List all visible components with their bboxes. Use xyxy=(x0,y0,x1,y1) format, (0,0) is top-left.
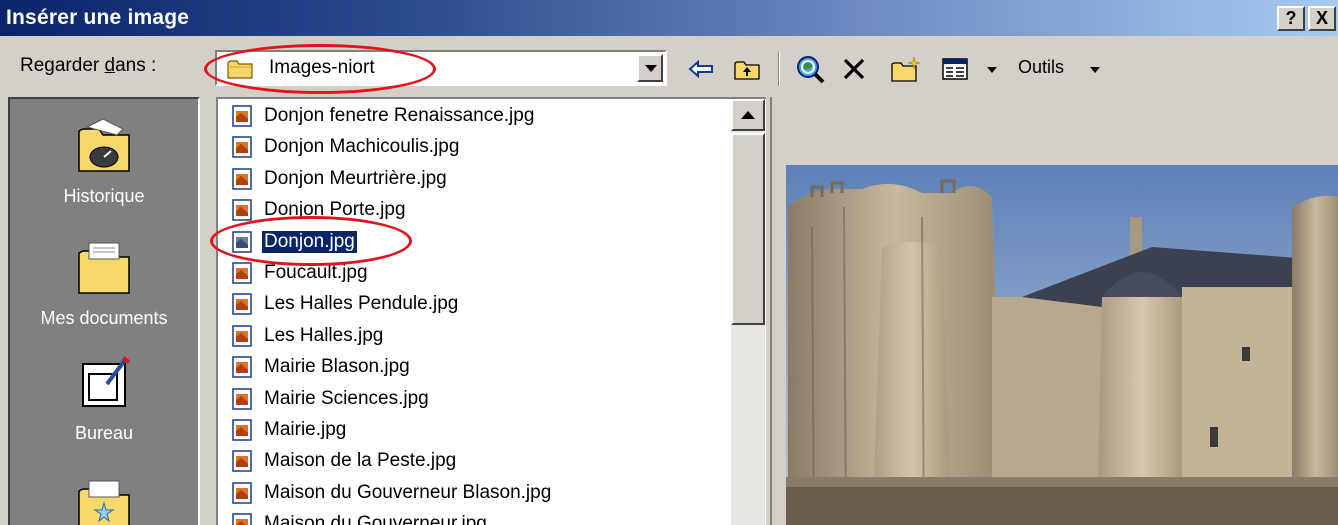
file-row[interactable]: Donjon Porte.jpg xyxy=(232,195,408,225)
file-name: Les Halles.jpg xyxy=(264,324,384,346)
jpg-file-icon xyxy=(232,482,252,504)
back-button[interactable] xyxy=(684,52,718,86)
delete-x-icon xyxy=(843,58,865,80)
castle-preview-image xyxy=(786,165,1338,525)
views-list-icon xyxy=(942,58,968,80)
file-name: Maison de la Peste.jpg xyxy=(264,450,457,472)
new-folder-icon xyxy=(891,56,921,82)
back-arrow-icon xyxy=(688,59,713,79)
jpg-file-icon xyxy=(232,356,252,378)
favorites-icon xyxy=(78,480,130,525)
place-bureau[interactable]: Bureau xyxy=(10,354,198,444)
up-folder-button[interactable] xyxy=(730,52,764,86)
file-name: Mairie Blason.jpg xyxy=(264,356,410,378)
file-name: Donjon Porte.jpg xyxy=(264,199,406,221)
help-button[interactable]: ? xyxy=(1277,6,1305,31)
scroll-thumb[interactable] xyxy=(731,133,765,325)
lookin-combobox[interactable]: Images-niort xyxy=(215,50,667,86)
tools-dropdown-caret-icon[interactable] xyxy=(1090,67,1100,73)
file-name: Mairie Sciences.jpg xyxy=(264,387,429,409)
file-row[interactable]: Mairie.jpg xyxy=(232,415,348,445)
file-name: Les Halles Pendule.jpg xyxy=(264,293,459,315)
file-row[interactable]: Donjon.jpg xyxy=(232,227,358,257)
file-row[interactable]: Maison du Gouverneur Blason.jpg xyxy=(232,478,553,508)
search-web-button[interactable] xyxy=(793,52,827,86)
places-bar: Historique Mes documents Bureau xyxy=(8,97,200,525)
place-mes-documents[interactable]: Mes documents xyxy=(10,239,198,329)
file-row[interactable]: Donjon fenetre Renaissance.jpg xyxy=(232,101,536,131)
lookin-label: Regarder dans : xyxy=(20,55,157,76)
file-name: Foucault.jpg xyxy=(264,262,368,283)
views-button[interactable] xyxy=(938,52,972,86)
jpg-file-icon xyxy=(232,387,252,410)
file-name: Donjon fenetre Renaissance.jpg xyxy=(264,105,535,126)
close-button[interactable]: X xyxy=(1308,6,1336,31)
jpg-file-icon xyxy=(232,262,252,284)
current-folder-text: Images-niort xyxy=(269,57,375,78)
title-bar: Insérer une image ? X xyxy=(0,0,1338,36)
file-name: Donjon Meurtrière.jpg xyxy=(264,167,447,189)
jpg-file-icon xyxy=(232,136,252,159)
history-icon xyxy=(78,118,130,172)
place-label: Mes documents xyxy=(40,308,168,328)
jpg-file-icon xyxy=(232,513,252,525)
folder-icon xyxy=(227,60,253,79)
file-name: Maison du Gouverneur.jpg xyxy=(264,513,487,525)
file-name: Donjon.jpg xyxy=(261,229,358,254)
place-historique[interactable]: Historique xyxy=(10,117,198,207)
file-list[interactable]: Donjon fenetre Renaissance.jpg Donjon Mac… xyxy=(216,97,766,525)
file-row[interactable]: Mairie Sciences.jpg xyxy=(232,384,431,414)
jpg-file-icon xyxy=(232,230,252,253)
file-row[interactable]: Maison de la Peste.jpg xyxy=(232,446,458,476)
desktop-icon xyxy=(82,356,131,407)
file-row[interactable]: Maison du Gouverneur.jpg xyxy=(232,509,489,525)
place-label: Bureau xyxy=(74,423,134,443)
file-name: Mairie.jpg xyxy=(264,419,347,440)
combo-dropdown-button[interactable] xyxy=(637,54,663,82)
views-dropdown-caret-icon[interactable] xyxy=(987,67,997,73)
jpg-file-icon xyxy=(232,419,252,441)
file-row[interactable]: Les Halles Pendule.jpg xyxy=(232,289,460,319)
file-row[interactable]: Mairie Blason.jpg xyxy=(232,352,412,382)
jpg-file-icon xyxy=(232,325,252,347)
file-row[interactable]: Donjon Meurtrière.jpg xyxy=(232,164,449,194)
jpg-file-icon xyxy=(232,450,252,473)
scroll-up-button[interactable] xyxy=(731,99,765,131)
file-list-scrollbar[interactable] xyxy=(731,99,765,525)
file-row[interactable]: Les Halles.jpg xyxy=(232,321,385,351)
preview-pane xyxy=(770,97,1338,525)
window-title: Insérer une image xyxy=(6,6,190,29)
file-row[interactable]: Foucault.jpg xyxy=(232,258,370,288)
delete-button[interactable] xyxy=(837,52,871,86)
jpg-file-icon xyxy=(232,199,252,221)
jpg-file-icon xyxy=(232,168,252,190)
my-documents-icon xyxy=(78,242,130,294)
toolbar-separator xyxy=(778,52,780,86)
file-name: Donjon Machicoulis.jpg xyxy=(264,136,460,158)
up-folder-icon xyxy=(734,61,760,80)
place-label: Historique xyxy=(63,186,145,206)
file-row[interactable]: Donjon Machicoulis.jpg xyxy=(232,132,461,162)
new-folder-button[interactable] xyxy=(889,52,923,86)
place-favoris[interactable] xyxy=(10,477,198,525)
jpg-file-icon xyxy=(232,293,252,316)
file-name: Maison du Gouverneur Blason.jpg xyxy=(264,481,552,503)
tools-menu[interactable]: Outils xyxy=(1018,57,1064,78)
jpg-file-icon xyxy=(232,105,252,127)
search-web-icon xyxy=(797,56,825,84)
